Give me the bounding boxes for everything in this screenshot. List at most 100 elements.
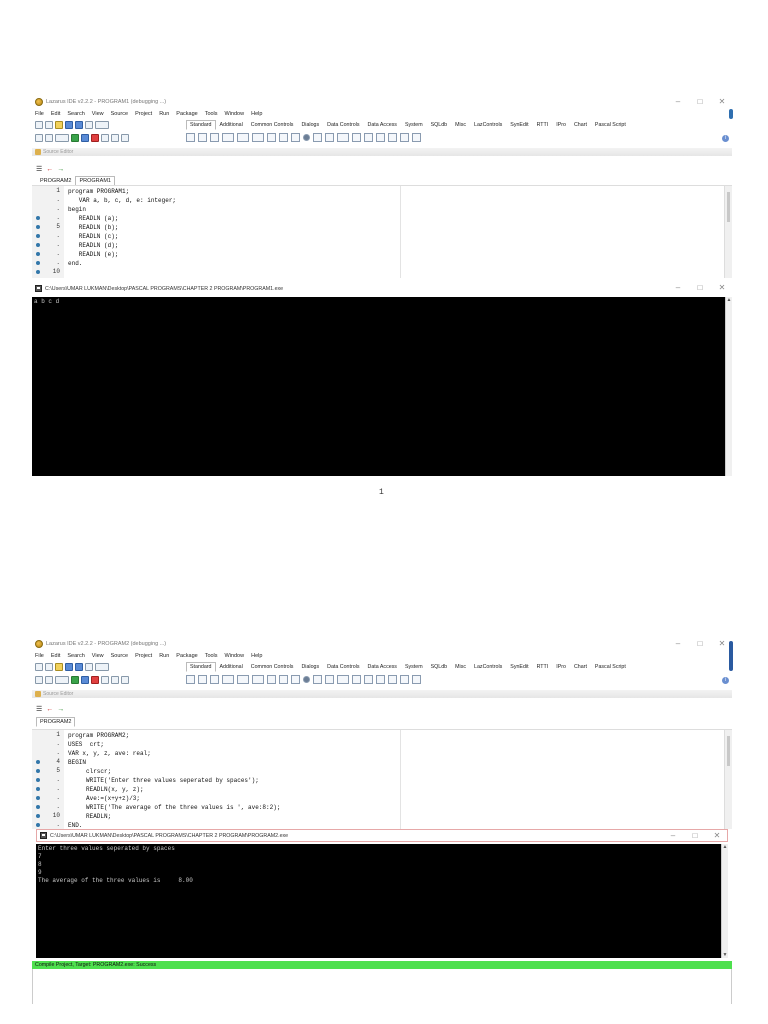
code-line[interactable]: WRITE('Enter three values seperated by s… [68, 776, 259, 785]
menu-run[interactable]: Run [159, 111, 169, 117]
code-line[interactable]: READLN (c); [68, 232, 119, 241]
console-minimize-button[interactable]: – [669, 832, 677, 840]
tgroupbox-icon[interactable] [352, 675, 361, 684]
palette-tab-misc[interactable]: Misc [451, 120, 470, 130]
tbutton-icon[interactable] [222, 133, 234, 142]
code-line[interactable]: WRITE('The average of the three values i… [68, 803, 280, 812]
code-line[interactable]: clrscr; [68, 767, 111, 776]
pause-icon[interactable] [81, 675, 89, 684]
palette-tab-data-access[interactable]: Data Access [364, 120, 401, 130]
nav-back-icon[interactable]: ← [46, 706, 53, 713]
code-line[interactable]: VAR x, y, z, ave: real; [68, 749, 151, 758]
tcombobox-icon[interactable] [325, 133, 334, 142]
palette-tab-system[interactable]: System [401, 120, 427, 130]
code-line[interactable]: READLN(x, y, z); [68, 785, 144, 794]
open-folder-icon[interactable] [55, 662, 63, 671]
build-mode-icon[interactable] [55, 675, 69, 684]
step-out-icon[interactable] [121, 675, 129, 684]
palette-tab-additional[interactable]: Additional [216, 662, 247, 672]
save-project-icon[interactable] [45, 133, 53, 142]
minimize-button[interactable]: – [674, 640, 682, 648]
new-unit-icon[interactable] [35, 662, 43, 671]
breakpoint-dot-icon[interactable] [36, 760, 40, 764]
tradiogroup-icon[interactable] [364, 675, 373, 684]
menu-edit[interactable]: Edit [51, 653, 60, 659]
console-close-button[interactable]: ✕ [718, 284, 726, 292]
save-icon[interactable] [65, 662, 73, 671]
breakpoint-dot-icon[interactable] [36, 823, 40, 827]
palette-tab-standard[interactable]: Standard [186, 120, 216, 130]
menu-window[interactable]: Window [225, 653, 245, 659]
open-project-icon[interactable] [35, 133, 43, 142]
menu-window[interactable]: Window [225, 111, 245, 117]
code-editor[interactable]: 1 program PROGRAM2;. USES crt;. VAR x, y, z… [32, 729, 732, 829]
ttogglebox-icon[interactable] [279, 133, 288, 142]
tscrollbar-icon[interactable] [337, 675, 349, 684]
tgroupbox-icon[interactable] [352, 133, 361, 142]
save-icon[interactable] [65, 120, 73, 129]
palette-tab-lazcontrols[interactable]: LazControls [470, 662, 506, 672]
palette-tab-rtti[interactable]: RTTI [533, 120, 553, 130]
tactionlist-icon[interactable] [412, 133, 421, 142]
tlistbox-icon[interactable] [313, 675, 322, 684]
menu-project[interactable]: Project [135, 653, 152, 659]
editor-menu-icon[interactable]: ☰ [36, 705, 42, 713]
code-editor[interactable]: 1 program PROGRAM1;. VAR a, b, c, d, e: i… [32, 185, 732, 278]
palette-tab-sqldb[interactable]: SQLdb [427, 662, 452, 672]
editor-scrollbar[interactable] [724, 730, 732, 829]
save-all-icon[interactable] [75, 120, 83, 129]
breakpoint-dot-icon[interactable] [36, 769, 40, 773]
open-project-icon[interactable] [35, 675, 43, 684]
menu-help[interactable]: Help [251, 111, 262, 117]
tedit-icon[interactable] [252, 675, 264, 684]
step-out-icon[interactable] [121, 133, 129, 142]
palette-tab-common-controls[interactable]: Common Controls [247, 120, 298, 130]
tmainmenu-icon[interactable] [198, 133, 207, 142]
step-into-icon[interactable] [101, 133, 109, 142]
palette-tab-standard[interactable]: Standard [186, 662, 216, 672]
step-over-icon[interactable] [111, 675, 119, 684]
nav-forward-icon[interactable]: → [57, 166, 64, 173]
toggle-form-icon[interactable] [85, 120, 93, 129]
view-units-icon[interactable] [95, 120, 109, 129]
breakpoint-dot-icon[interactable] [36, 270, 40, 274]
tmemo-icon[interactable] [267, 133, 276, 142]
tlistbox-icon[interactable] [313, 133, 322, 142]
tlabel-icon[interactable] [237, 675, 249, 684]
console-minimize-button[interactable]: – [674, 284, 682, 292]
tpanel-icon[interactable] [388, 133, 397, 142]
palette-tab-rtti[interactable]: RTTI [533, 662, 553, 672]
tcombobox-icon[interactable] [325, 675, 334, 684]
palette-tab-synedit[interactable]: SynEdit [506, 662, 532, 672]
menu-source[interactable]: Source [111, 653, 128, 659]
tradiobutton-icon[interactable] [303, 676, 310, 683]
pause-icon[interactable] [81, 133, 89, 142]
new-form-icon[interactable] [45, 662, 53, 671]
palette-tab-misc[interactable]: Misc [451, 662, 470, 672]
tmainmenu-icon[interactable] [198, 675, 207, 684]
tpopupmenu-icon[interactable] [210, 133, 219, 142]
code-line[interactable]: program PROGRAM1; [68, 187, 129, 196]
run-icon[interactable] [71, 133, 79, 142]
palette-tab-dialogs[interactable]: Dialogs [297, 662, 323, 672]
menu-source[interactable]: Source [111, 111, 128, 117]
tpopupmenu-icon[interactable] [210, 675, 219, 684]
close-button[interactable]: ✕ [718, 640, 726, 648]
tactionlist-icon[interactable] [412, 675, 421, 684]
menu-help[interactable]: Help [251, 653, 262, 659]
menu-search[interactable]: Search [67, 653, 84, 659]
code-line[interactable]: READLN (e); [68, 250, 119, 259]
palette-tab-synedit[interactable]: SynEdit [506, 120, 532, 130]
breakpoint-dot-icon[interactable] [36, 243, 40, 247]
console-scrollbar[interactable]: ▲ ▼ [721, 844, 728, 958]
close-button[interactable]: ✕ [718, 98, 726, 106]
palette-tab-system[interactable]: System [401, 662, 427, 672]
menu-project[interactable]: Project [135, 111, 152, 117]
menu-view[interactable]: View [92, 653, 104, 659]
palette-tab-data-controls[interactable]: Data Controls [323, 120, 363, 130]
stop-icon[interactable] [91, 675, 99, 684]
tscrollbar-icon[interactable] [337, 133, 349, 142]
step-into-icon[interactable] [101, 675, 109, 684]
minimize-button[interactable]: – [674, 98, 682, 106]
nav-forward-icon[interactable]: → [57, 706, 64, 713]
